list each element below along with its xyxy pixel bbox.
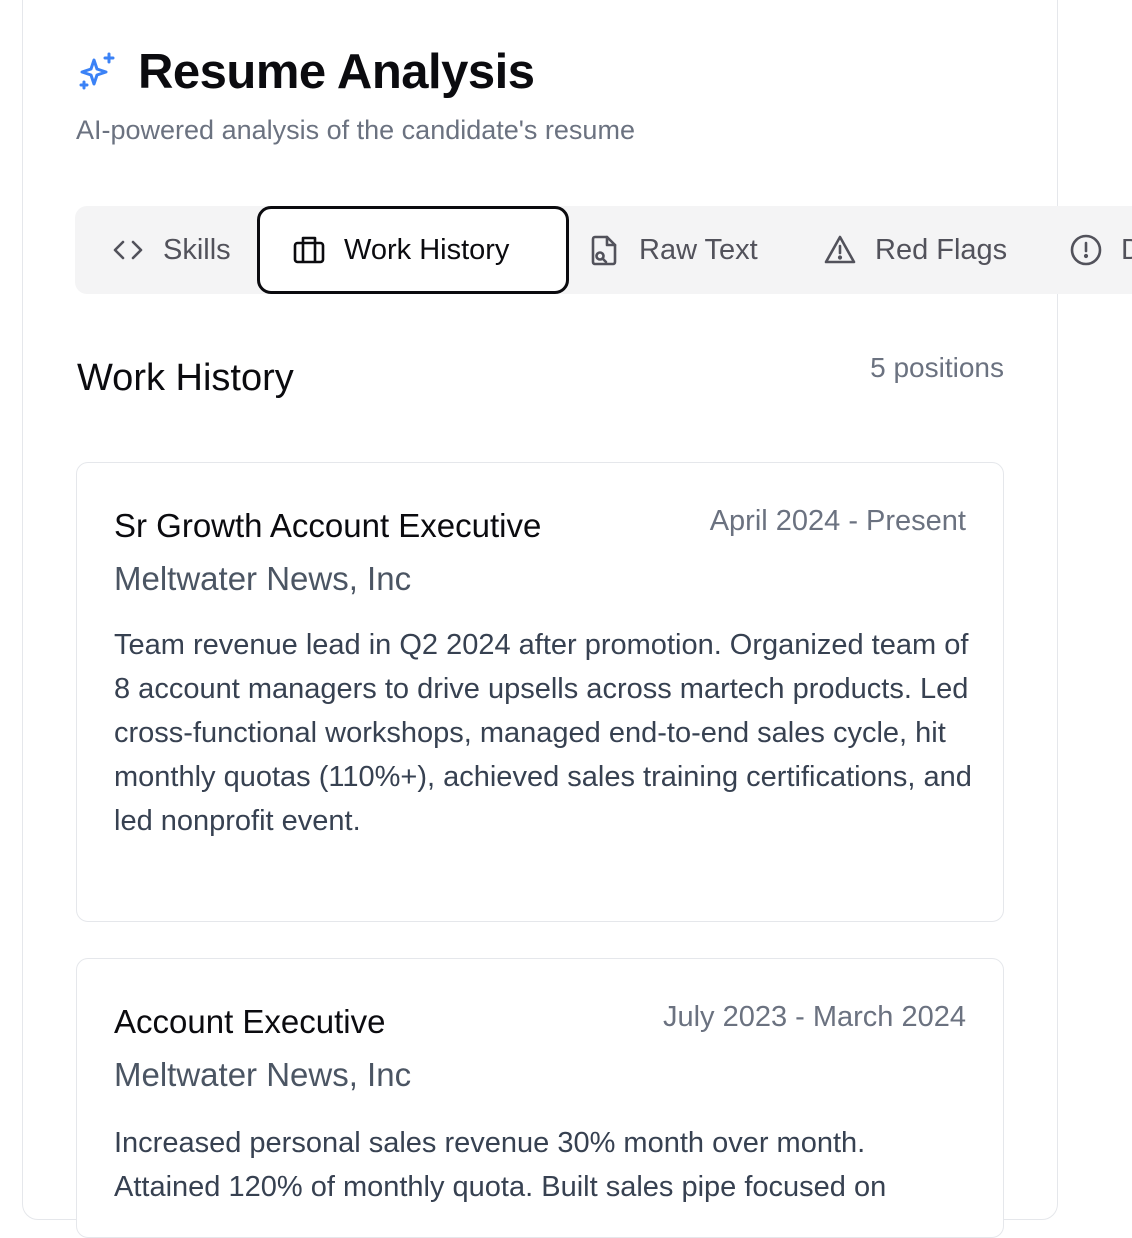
job-title: Sr Growth Account Executive bbox=[114, 507, 542, 544]
tab-raw-text-label: Raw Text bbox=[639, 233, 758, 266]
tab-d[interactable]: D bbox=[1069, 206, 1132, 294]
tab-work-history[interactable]: Work History bbox=[257, 206, 569, 294]
title-row: Resume Analysis bbox=[76, 44, 635, 100]
job-title: Account Executive bbox=[114, 1003, 386, 1040]
job-card: Sr Growth Account Executive April 2024 -… bbox=[76, 462, 1004, 922]
job-dates: April 2024 - Present bbox=[709, 505, 966, 537]
tab-work-history-label: Work History bbox=[344, 233, 510, 266]
briefcase-icon bbox=[292, 233, 326, 267]
tab-red-flags-label: Red Flags bbox=[875, 233, 1008, 266]
job-company: Meltwater News, Inc bbox=[114, 1056, 412, 1093]
page-header: Resume Analysis AI-powered analysis of t… bbox=[76, 44, 635, 146]
warning-triangle-icon bbox=[823, 233, 857, 267]
file-search-icon bbox=[587, 233, 621, 267]
code-icon bbox=[111, 233, 145, 267]
tab-raw-text[interactable]: Raw Text bbox=[587, 206, 758, 294]
page-subtitle: AI-powered analysis of the candidate's r… bbox=[76, 115, 635, 145]
positions-count: 5 positions bbox=[870, 352, 1004, 383]
section-title: Work History bbox=[77, 357, 294, 399]
job-card: Account Executive July 2023 - March 2024… bbox=[76, 958, 1004, 1238]
tab-red-flags[interactable]: Red Flags bbox=[823, 206, 1007, 294]
tab-skills-label: Skills bbox=[163, 233, 231, 266]
sparkles-icon bbox=[76, 50, 120, 94]
tab-bar: Skills Work History Raw Text Red Flags D bbox=[75, 206, 1132, 294]
job-description: Increased personal sales revenue 30% mon… bbox=[114, 1127, 887, 1203]
tab-skills[interactable]: Skills bbox=[111, 206, 231, 294]
job-company: Meltwater News, Inc bbox=[114, 560, 412, 597]
page-title: Resume Analysis bbox=[138, 45, 535, 99]
job-dates: July 2023 - March 2024 bbox=[662, 1001, 966, 1033]
job-description: Team revenue lead in Q2 2024 after promo… bbox=[114, 629, 972, 837]
alert-circle-icon bbox=[1069, 233, 1103, 267]
tab-d-label: D bbox=[1121, 233, 1132, 266]
